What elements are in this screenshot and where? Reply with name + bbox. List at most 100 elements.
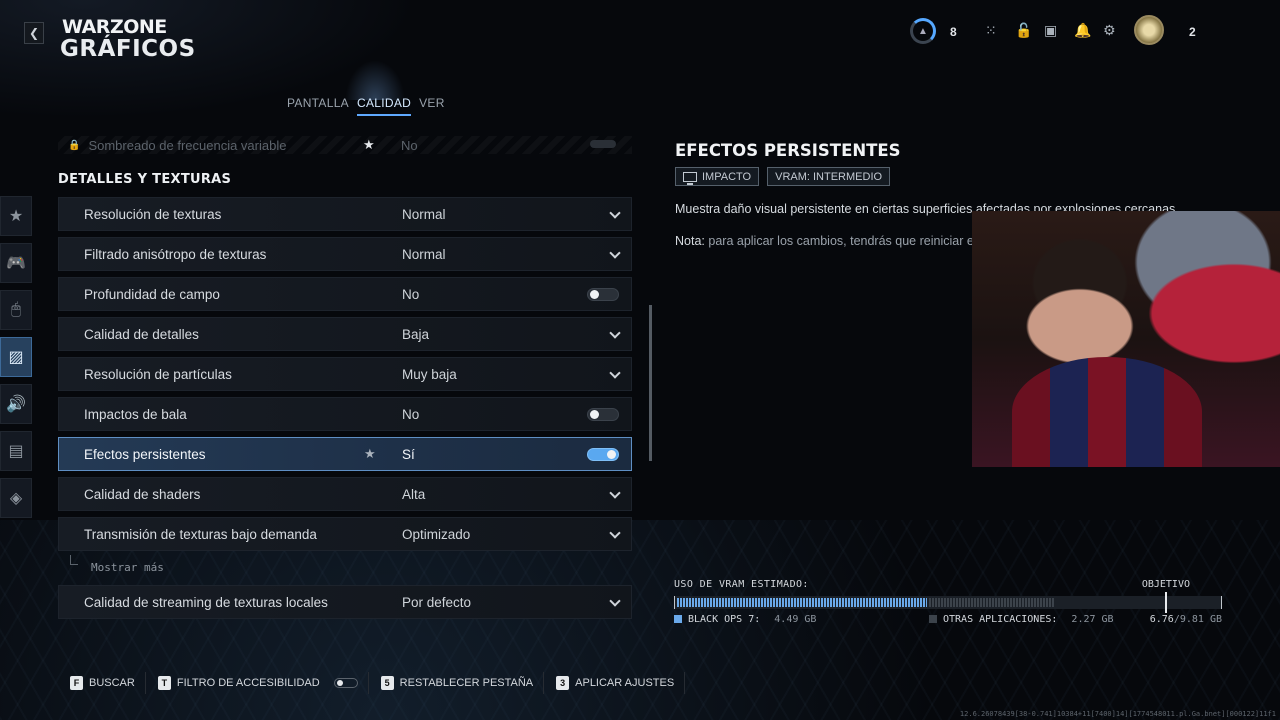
- tree-connector: [70, 555, 78, 565]
- reset-tab-button[interactable]: 5 RESTABLECER PESTAÑA: [379, 672, 545, 694]
- toggle-switch[interactable]: [587, 448, 619, 461]
- chevron-down-icon[interactable]: [609, 367, 621, 379]
- lock-icon[interactable]: 🔓: [1015, 22, 1032, 39]
- sidebar: ★ 🎮 🖱 ▨ 🔊 ▤ ◈: [0, 196, 32, 525]
- toggle-switch[interactable]: [587, 408, 619, 421]
- chevron-down-icon[interactable]: [609, 595, 621, 607]
- key-hint: 3: [556, 676, 570, 690]
- setting-row-faded[interactable]: 🔒 Sombreado de frecuencia variable ★ No: [58, 136, 632, 154]
- setting-label: Calidad de streaming de texturas locales: [84, 594, 328, 610]
- setting-row[interactable]: Filtrado anisótropo de texturas Normal: [58, 237, 632, 271]
- accessibility-filter-label: FILTRO DE ACCESIBILIDAD: [176, 677, 320, 689]
- vram-total: 6.76/9.81 GB: [1150, 614, 1222, 625]
- footer-bar: F BUSCAR T FILTRO DE ACCESIBILIDAD 5 RES…: [68, 672, 695, 694]
- toggle-switch[interactable]: [590, 140, 616, 148]
- store-icon[interactable]: ▣: [1044, 22, 1057, 39]
- reset-tab-label: RESTABLECER PESTAÑA: [399, 677, 534, 689]
- setting-label: Filtrado anisótropo de texturas: [84, 246, 267, 262]
- setting-label: Calidad de shaders: [84, 486, 201, 502]
- scrollbar[interactable]: [649, 305, 652, 461]
- vram-panel: USO DE VRAM ESTIMADO: OBJETIVO BLACK OPS…: [674, 579, 1222, 628]
- apps-grid-icon[interactable]: ⁙: [985, 22, 997, 39]
- detail-title: EFECTOS PERSISTENTES: [675, 141, 901, 160]
- setting-label: Efectos persistentes: [84, 446, 206, 462]
- chevron-down-icon[interactable]: [609, 207, 621, 219]
- note-text: para aplicar los cambios, tendrás que re…: [708, 234, 977, 248]
- show-more-link[interactable]: Mostrar más: [58, 555, 632, 585]
- star-icon[interactable]: ★: [0, 196, 32, 236]
- apply-settings-label: APLICAR AJUSTES: [575, 677, 675, 689]
- search-label: BUSCAR: [89, 677, 135, 689]
- gear-icon[interactable]: ⚙: [1103, 22, 1116, 39]
- webcam-shirt: [1012, 357, 1202, 467]
- gamepad-icon[interactable]: 🎮: [0, 243, 32, 283]
- version-string: 12.6.26078439[38-0.741]10384+11[7400]14]…: [959, 710, 1276, 718]
- accessibility-toggle[interactable]: [333, 678, 358, 688]
- back-button[interactable]: ❮: [24, 22, 44, 44]
- setting-row[interactable]: Transmisión de texturas bajo demanda Opti…: [58, 517, 632, 551]
- monitor-icon: [683, 171, 697, 185]
- star-icon: ★: [363, 137, 375, 152]
- legend-swatch-other: [929, 615, 937, 623]
- impact-badge-label: IMPACTO: [702, 170, 752, 183]
- setting-value: Normal: [402, 246, 446, 262]
- key-hint: F: [70, 676, 83, 690]
- tab-bar: PANTALLA CALIDAD VER: [287, 96, 445, 116]
- rank-ring-icon[interactable]: ▲: [910, 18, 936, 44]
- chevron-down-icon[interactable]: [609, 327, 621, 339]
- vram-legend-game: BLACK OPS 7: 4.49 GB: [674, 614, 816, 625]
- toggle-switch[interactable]: [587, 288, 619, 301]
- setting-row[interactable]: Calidad de shaders Alta: [58, 477, 632, 511]
- setting-row[interactable]: Resolución de texturas Normal: [58, 197, 632, 231]
- chevron-down-icon[interactable]: [609, 527, 621, 539]
- setting-value: No: [402, 406, 420, 422]
- chevron-down-icon[interactable]: [609, 247, 621, 259]
- setting-label: Profundidad de campo: [84, 286, 220, 302]
- accessibility-filter-button[interactable]: T FILTRO DE ACCESIBILIDAD: [156, 672, 369, 694]
- avatar[interactable]: [1134, 15, 1164, 45]
- apply-settings-button[interactable]: 3 APLICAR AJUSTES: [554, 672, 686, 694]
- setting-row[interactable]: Resolución de partículas Muy baja: [58, 357, 632, 391]
- setting-label: Impactos de bala: [84, 406, 187, 422]
- speaker-icon[interactable]: 🔊: [0, 384, 32, 424]
- setting-row[interactable]: Impactos de bala No: [58, 397, 632, 431]
- vram-other-fill: [928, 598, 1056, 607]
- chevron-down-icon[interactable]: [609, 487, 621, 499]
- setting-row[interactable]: Profundidad de campo No: [58, 277, 632, 311]
- mouse-icon[interactable]: 🖱: [0, 290, 32, 330]
- show-more-label: Mostrar más: [91, 561, 164, 574]
- star-icon: ★: [364, 446, 376, 461]
- search-button[interactable]: F BUSCAR: [68, 672, 146, 694]
- setting-row[interactable]: Efectos persistentes ★ Sí: [58, 437, 632, 471]
- setting-label: Calidad de detalles: [84, 326, 199, 342]
- setting-value: Normal: [402, 206, 446, 222]
- network-icon[interactable]: ◈: [0, 478, 32, 518]
- vram-game-fill: [677, 598, 927, 607]
- tab-pantalla[interactable]: PANTALLA: [287, 96, 349, 116]
- page-title: GRÁFICOS: [60, 36, 196, 62]
- setting-row[interactable]: Calidad de detalles Baja: [58, 317, 632, 351]
- setting-label: Resolución de texturas: [84, 206, 222, 222]
- vram-legend-other: OTRAS APLICACIONES: 2.27 GB: [929, 614, 1114, 625]
- tab-calidad[interactable]: CALIDAD: [356, 96, 412, 116]
- notification-icon[interactable]: 🔔: [1074, 22, 1091, 39]
- vram-label: USO DE VRAM ESTIMADO:: [674, 579, 809, 590]
- vram-badge: VRAM: INTERMEDIO: [767, 167, 891, 186]
- setting-value: No: [401, 137, 418, 153]
- setting-value: Optimizado: [402, 526, 471, 542]
- vram-target-marker: [1164, 592, 1167, 613]
- setting-value: Sí: [402, 446, 415, 462]
- settings-list: 🔒 Sombreado de frecuencia variable ★ No …: [58, 136, 632, 625]
- section-title: DETALLES Y TEXTURAS: [58, 172, 232, 187]
- active-tab-glow: [345, 60, 405, 100]
- vram-total-available: 9.81 GB: [1179, 614, 1222, 625]
- lock-icon: 🔒: [68, 139, 81, 151]
- vram-game-value: 4.49 GB: [774, 614, 817, 625]
- vram-total-used: 6.76: [1149, 614, 1174, 625]
- interface-icon[interactable]: ▤: [0, 431, 32, 471]
- vram-other-label: OTRAS APLICACIONES:: [943, 614, 1058, 625]
- tab-ver[interactable]: VER: [419, 96, 445, 116]
- setting-label: Sombreado de frecuencia variable: [88, 137, 287, 153]
- setting-row[interactable]: Calidad de streaming de texturas locales…: [58, 585, 632, 619]
- graphics-icon[interactable]: ▨: [0, 337, 32, 377]
